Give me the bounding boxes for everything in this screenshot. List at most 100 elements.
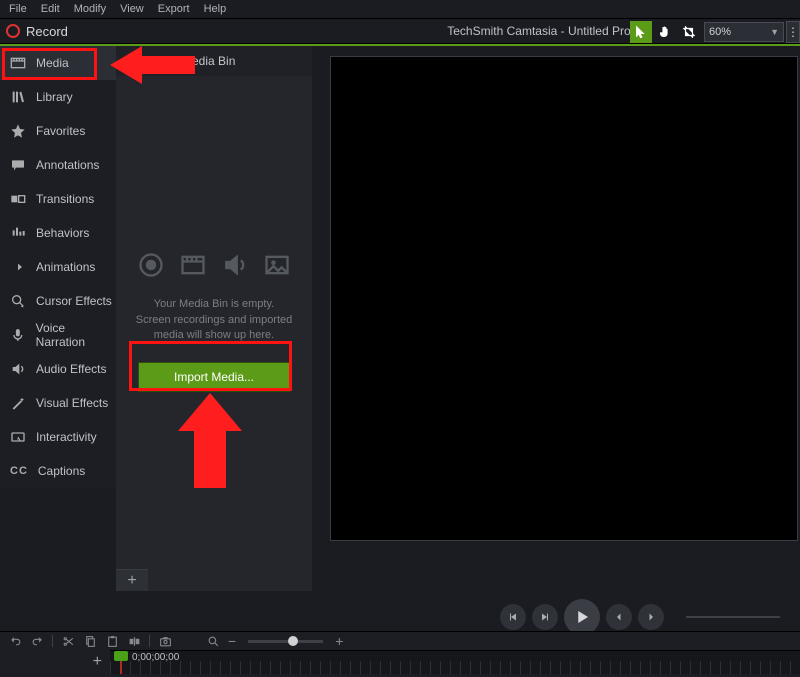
play-button[interactable] — [564, 599, 600, 635]
sidebar-item-favorites[interactable]: Favorites — [0, 114, 116, 148]
add-media-button[interactable]: + — [116, 569, 148, 591]
sidebar-item-label: Animations — [36, 260, 95, 274]
sidebar-item-label: Interactivity — [36, 430, 97, 444]
record-clip-icon — [137, 251, 165, 279]
tool-crop-button[interactable] — [678, 21, 700, 43]
play-icon — [573, 608, 591, 626]
record-button[interactable]: Record — [0, 24, 68, 39]
annotation-arrow-left — [110, 44, 195, 91]
camera-icon — [159, 635, 172, 648]
sidebar-item-label: Behaviors — [36, 226, 89, 240]
undo-icon — [9, 635, 22, 648]
audio-icon — [10, 361, 26, 377]
cut-button[interactable] — [61, 634, 75, 648]
sidebar-item-interactivity[interactable]: Interactivity — [0, 420, 116, 454]
split-button[interactable] — [127, 634, 141, 648]
tool-pan-button[interactable] — [654, 21, 676, 43]
timeline-zoom-out[interactable]: − — [228, 633, 236, 649]
undo-button[interactable] — [8, 634, 22, 648]
sidebar-item-visual-effects[interactable]: Visual Effects — [0, 386, 116, 420]
menu-edit[interactable]: Edit — [34, 2, 67, 16]
transition-icon — [10, 191, 26, 207]
annotation-icon — [10, 157, 26, 173]
playback-controls — [500, 599, 664, 635]
library-icon — [10, 89, 26, 105]
sidebar-item-label: Favorites — [36, 124, 85, 138]
magnify-icon — [207, 635, 220, 648]
canvas-preview[interactable] — [330, 56, 798, 541]
menu-modify[interactable]: Modify — [67, 2, 113, 16]
sidebar-item-label: Voice Narration — [36, 321, 116, 349]
timeline-zoom-slider[interactable] — [248, 640, 323, 643]
sidebar-item-label: Cursor Effects — [36, 294, 112, 308]
sidebar-item-label: Transitions — [36, 192, 94, 206]
snapshot-button[interactable] — [158, 634, 172, 648]
sidebar-item-label: Visual Effects — [36, 396, 108, 410]
step-back-icon — [507, 611, 519, 623]
zoom-value: 60% — [709, 26, 731, 38]
canvas-tools: 60% ▼ ⋮ — [628, 19, 800, 45]
sidebar-item-label: Annotations — [36, 158, 99, 172]
sidebar-item-library[interactable]: Library — [0, 80, 116, 114]
menu-view[interactable]: View — [113, 2, 151, 16]
sidebar-item-label: Audio Effects — [36, 362, 107, 376]
media-bin-panel: edia Bin Your Media Bin is empty. Screen… — [116, 46, 312, 591]
caret-down-icon: ▼ — [770, 27, 779, 37]
menu-file[interactable]: File — [2, 2, 34, 16]
playhead[interactable] — [114, 651, 128, 674]
canvas-zoom-select[interactable]: 60% ▼ — [704, 22, 784, 42]
copy-icon — [84, 635, 97, 648]
prev-frame-button[interactable] — [500, 604, 526, 630]
panel-body: Your Media Bin is empty. Screen recordin… — [116, 76, 312, 567]
empty-subtext: Screen recordings and imported media wil… — [130, 313, 298, 345]
sidebar-item-media[interactable]: Media — [0, 46, 116, 80]
prev-marker-button[interactable] — [606, 604, 632, 630]
redo-button[interactable] — [30, 634, 44, 648]
add-track-button[interactable]: + — [0, 653, 110, 671]
sidebar-item-transitions[interactable]: Transitions — [0, 182, 116, 216]
vdots-icon: ⋮ — [787, 25, 799, 39]
audio-clip-icon — [221, 251, 249, 279]
playhead-line — [120, 661, 122, 674]
copy-button[interactable] — [83, 634, 97, 648]
sidebar-item-animations[interactable]: Animations — [0, 250, 116, 284]
next-marker-button[interactable] — [638, 604, 664, 630]
playhead-head-icon — [114, 651, 128, 661]
annotation-arrow-up — [178, 393, 242, 493]
step-fwd-icon — [539, 611, 551, 623]
pointer-icon — [634, 25, 648, 39]
hand-icon — [658, 25, 672, 39]
record-bar: Record TechSmith Camtasia - Untitled Pro… — [0, 18, 800, 44]
volume-slider[interactable] — [686, 616, 780, 618]
timeline-area: − + + 0;00;00;00 — [0, 631, 800, 677]
import-media-button[interactable]: Import Media... — [138, 362, 290, 392]
app-title: TechSmith Camtasia - Untitled Proje — [447, 24, 640, 38]
cursor-icon — [10, 293, 26, 309]
timeline-toolbar: − + — [0, 632, 800, 650]
plus-icon: + — [127, 572, 136, 590]
record-icon — [6, 24, 20, 38]
tool-select-button[interactable] — [630, 21, 652, 43]
chevron-right-icon — [645, 611, 657, 623]
menu-export[interactable]: Export — [151, 2, 197, 16]
sidebar-item-voice-narration[interactable]: Voice Narration — [0, 318, 116, 352]
menu-help[interactable]: Help — [197, 2, 234, 16]
sidebar-item-cursor-effects[interactable]: Cursor Effects — [0, 284, 116, 318]
timeline-ruler[interactable]: 0;00;00;00 — [110, 650, 800, 674]
timeline-zoom-fit[interactable] — [206, 634, 220, 648]
sidebar-item-label: Library — [36, 90, 73, 104]
timeline-zoom-in[interactable]: + — [335, 633, 343, 649]
animation-icon — [10, 259, 26, 275]
canvas-more-button[interactable]: ⋮ — [786, 21, 800, 43]
image-clip-icon — [263, 251, 291, 279]
sidebar-item-audio-effects[interactable]: Audio Effects — [0, 352, 116, 386]
sidebar-item-captions[interactable]: CC Captions — [0, 454, 116, 488]
next-frame-button[interactable] — [532, 604, 558, 630]
sidebar-item-label: Captions — [38, 464, 85, 478]
mic-icon — [10, 327, 26, 343]
chevron-left-icon — [613, 611, 625, 623]
sidebar-item-behaviors[interactable]: Behaviors — [0, 216, 116, 250]
paste-button[interactable] — [105, 634, 119, 648]
arrow-up-icon — [178, 393, 242, 488]
sidebar-item-annotations[interactable]: Annotations — [0, 148, 116, 182]
